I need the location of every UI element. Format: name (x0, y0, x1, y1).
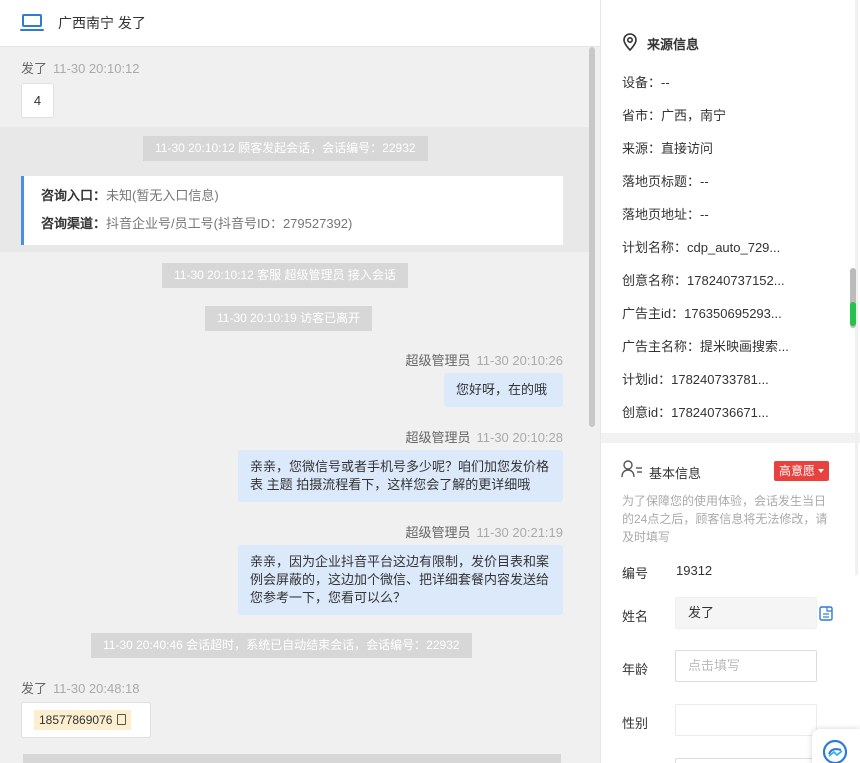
message-meta: 超级管理员 11-30 20:10:26 (405, 350, 563, 369)
channel-value: 抖音企业号/员工号(抖音号ID：279527392) (106, 216, 353, 231)
message-bubble-outgoing: 您好呀，在的哦 (444, 373, 563, 407)
phone-number: 18577869076 (39, 713, 113, 727)
copy-icon[interactable] (819, 606, 833, 621)
source-row-region: 省市：广西，南宁 (622, 108, 727, 123)
name-label: 姓名 (622, 609, 649, 624)
message-meta: 发了 11-30 20:10:12 (21, 58, 140, 77)
message-bubble-outgoing: 亲亲，您微信号或者手机号多少呢？咱们加您发价格 表 主题 拍摄流程看下，这样您会… (238, 450, 563, 502)
message-bubble-outgoing: 亲亲，因为企业抖音平台这边有限制，发价目表和案 例会屏蔽的，这边加个微信、把详细… (238, 545, 563, 615)
caret-down-icon (818, 469, 825, 473)
message-bubble-incoming: 4 (21, 83, 54, 118)
source-row-creative-name: 创意名称：178240737152... (622, 273, 785, 288)
customer-info-panel: 来源信息 设备：-- 省市：广西，南宁 来源：直接访问 落地页标题：-- 落地页… (600, 0, 860, 763)
message-line: 表 主题 拍摄流程看下，这样您会了解的更详细哦 (250, 477, 531, 492)
source-info-title: 来源信息 (647, 37, 700, 52)
source-row-plan-id: 计划id：178240733781... (622, 372, 769, 387)
system-message: 11-30 20:10:12 客服 超级管理员 接入会话 (162, 263, 408, 288)
source-row-landing-url: 落地页地址：-- (622, 207, 709, 222)
message-time: 11-30 20:10:26 (476, 353, 564, 368)
source-row-device: 设备：-- (622, 75, 670, 90)
system-message: 11-30 20:10:19 访客已离开 (205, 306, 373, 331)
source-row-advertiser-name: 广告主名称：提米映画搜索... (622, 339, 789, 354)
message-time: 11-30 20:21:19 (476, 525, 564, 540)
channel-label: 咨询渠道： (41, 216, 107, 231)
entry-value: 未知(暂无入口信息) (106, 188, 219, 203)
message-time: 11-30 20:10:28 (476, 430, 564, 445)
source-row-plan-name: 计划名称：cdp_auto_729... (622, 240, 781, 255)
edit-notice: 为了保障您的使用体验，会话发生当日的24点之后，顾客信息将无法修改，请及时填写 (622, 494, 828, 544)
message-meta: 超级管理员 11-30 20:10:28 (405, 427, 563, 446)
entry-label: 咨询入口： (41, 188, 107, 203)
message-line: 例会屏蔽的，这边加个微信、把详细套餐内容发送给 (250, 572, 550, 587)
chat-panel: 发了 11-30 20:10:12 4 11-30 20:10:12 顾客发起会话… (0, 0, 600, 763)
message-time: 11-30 20:48:18 (53, 681, 140, 696)
sender-name: 超级管理员 (405, 525, 471, 540)
source-row-creative-id: 创意id：178240736671... (622, 405, 769, 420)
location-pin-icon (623, 33, 637, 51)
message-time: 11-30 20:10:12 (53, 61, 140, 76)
consult-entry-card: 咨询入口：未知(暂无入口信息) 咨询渠道：抖音企业号/员工号(抖音号ID：279… (21, 176, 563, 245)
copy-icon[interactable] (117, 714, 127, 725)
id-value: 19312 (676, 563, 713, 578)
age-placeholder: 点击填写 (688, 658, 741, 673)
chat-header: 广西南宁 发了 (0, 0, 600, 47)
id-label: 编号 (622, 566, 649, 581)
name-field[interactable]: 发了 (675, 597, 817, 629)
computer-icon (20, 13, 44, 33)
basic-info-title: 基本信息 (649, 466, 702, 481)
user-info-icon (621, 460, 642, 478)
visitor-title: 广西南宁 发了 (58, 15, 146, 31)
source-row-source: 来源：直接访问 (622, 141, 714, 156)
message-bubble-incoming: 18577869076 (21, 702, 151, 738)
message-line: 亲亲，因为企业抖音平台这边有限制，发价目表和案 (250, 554, 550, 569)
sender-name: 超级管理员 (405, 430, 471, 445)
system-message: 11-30 20:10:12 顾客发起会话，会话编号：22932 (143, 136, 428, 161)
floating-assistant-button[interactable] (812, 729, 860, 763)
age-label: 年龄 (622, 662, 649, 677)
intent-badge-label: 高意愿 (779, 464, 816, 478)
sender-name: 超级管理员 (405, 353, 471, 368)
section-divider (601, 433, 860, 443)
source-row-advertiser-id: 广告主id：176350695293... (622, 306, 782, 321)
message-meta: 发了 11-30 20:48:18 (21, 678, 140, 697)
age-field[interactable]: 点击填写 (675, 650, 817, 682)
panel-scroll-indicator (850, 302, 856, 326)
assistant-icon (822, 739, 848, 763)
intent-badge[interactable]: 高意愿 (774, 461, 830, 481)
system-message: 11-30 20:40:46 会话超时，系统已自动结束会话，会话编号：22932 (91, 633, 472, 658)
message-line: 亲亲，您微信号或者手机号多少呢？咱们加您发价格 (250, 459, 550, 474)
phone-number-highlight[interactable]: 18577869076 (34, 710, 132, 730)
system-message (23, 754, 561, 763)
chat-scrollbar[interactable] (589, 47, 595, 427)
sender-name: 发了 (21, 61, 48, 76)
message-meta: 超级管理员 11-30 20:21:19 (405, 522, 563, 541)
source-row-landing-title: 落地页标题：-- (622, 174, 709, 189)
gender-label: 性别 (622, 716, 649, 731)
next-field[interactable] (675, 758, 817, 763)
sender-name: 发了 (21, 681, 48, 696)
gender-field[interactable] (675, 704, 817, 736)
message-line: 您参考一下，您看可以么？ (250, 590, 407, 605)
